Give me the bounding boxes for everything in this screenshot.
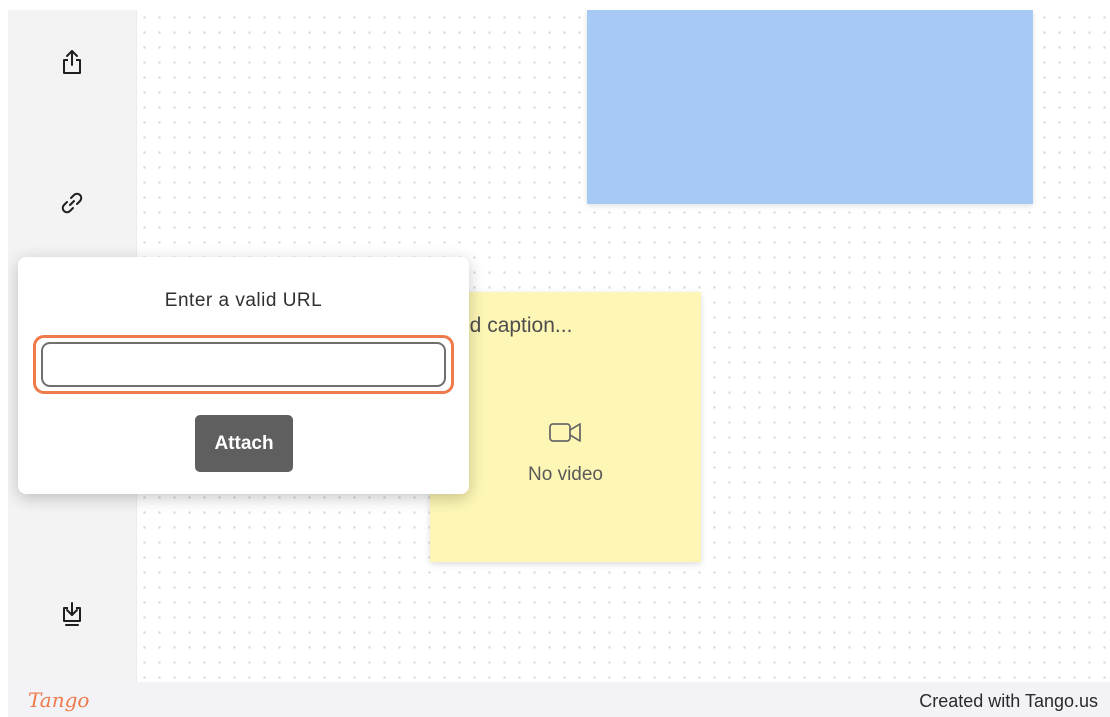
popup-title: Enter a valid URL — [164, 290, 323, 311]
video-card[interactable]: dd caption... No video — [430, 292, 701, 562]
url-popup: Enter a valid URL Attach — [18, 257, 469, 494]
caption-field[interactable]: dd caption... — [458, 314, 572, 338]
no-video-label: No video — [528, 464, 603, 485]
attach-button[interactable]: Attach — [195, 415, 293, 472]
link-button[interactable] — [52, 183, 92, 223]
app-frame: dd caption... No video Enter a valid URL… — [8, 10, 1110, 682]
share-icon — [63, 50, 81, 74]
download-button[interactable] — [52, 594, 92, 634]
link-icon — [61, 192, 83, 214]
share-button[interactable] — [52, 42, 92, 82]
footer-credit: Created with Tango.us — [919, 691, 1098, 711]
tango-logo: Tango — [28, 688, 90, 712]
blue-sticky-card[interactable] — [587, 10, 1033, 204]
url-input[interactable] — [41, 342, 446, 387]
input-highlight — [33, 335, 454, 394]
video-camera-icon — [549, 423, 581, 442]
footer: Tango Created with Tango.us — [8, 682, 1110, 717]
download-icon — [63, 602, 81, 626]
